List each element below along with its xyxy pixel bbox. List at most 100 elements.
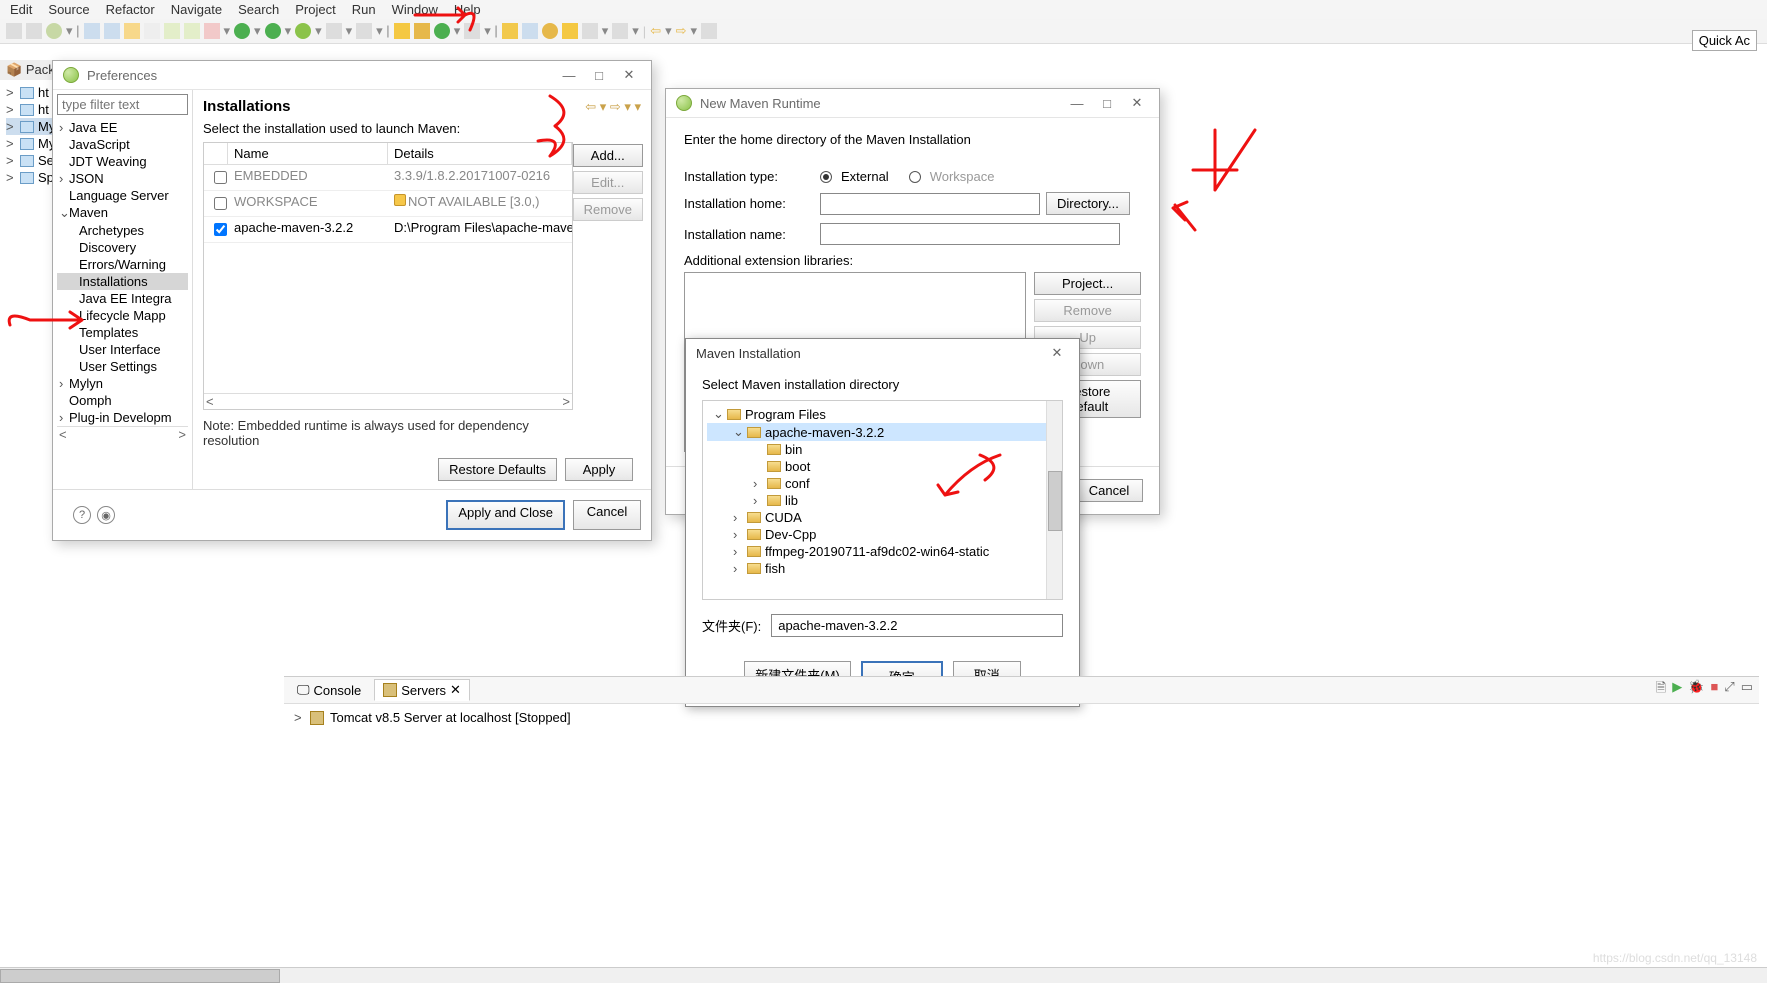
pref-tree-node[interactable]: Java EE Integra (57, 290, 188, 307)
table-row[interactable]: WORKSPACENOT AVAILABLE [3.0,) (204, 191, 572, 217)
directory-button[interactable]: Directory... (1046, 192, 1130, 215)
run-icon[interactable] (265, 23, 281, 39)
row-checkbox[interactable] (214, 171, 227, 184)
panel-icon[interactable]: ▶ (1672, 679, 1682, 701)
dir-tree-node[interactable]: ›fish (707, 560, 1058, 577)
tb-icon[interactable] (612, 23, 628, 39)
project-button[interactable]: Project... (1034, 272, 1141, 295)
apply-button[interactable]: Apply (565, 458, 633, 481)
dir-tree-node[interactable]: ›CUDA (707, 509, 1058, 526)
tb-icon[interactable] (464, 23, 480, 39)
tb-icon[interactable] (434, 23, 450, 39)
folder-input[interactable] (771, 614, 1063, 637)
tb-icon[interactable] (104, 23, 120, 39)
menu-refactor[interactable]: Refactor (106, 2, 155, 17)
tb-icon[interactable] (522, 23, 538, 39)
pref-tree-node[interactable]: ›JSON (57, 170, 188, 187)
close-icon[interactable]: ✕ (1045, 345, 1069, 361)
dir-tree-node[interactable]: boot (707, 458, 1058, 475)
installation-home-input[interactable] (820, 193, 1040, 215)
panel-icon[interactable]: 🐞 (1688, 679, 1704, 701)
tb-icon[interactable] (6, 23, 22, 39)
dir-tree-node[interactable]: ›Dev-Cpp (707, 526, 1058, 543)
nmr-cancel-button[interactable]: Cancel (1075, 479, 1143, 502)
pref-tree-node[interactable]: Discovery (57, 239, 188, 256)
row-checkbox[interactable] (214, 197, 227, 210)
tb-icon[interactable] (204, 23, 220, 39)
panel-icon[interactable]: ■ (1710, 679, 1718, 701)
external-radio[interactable] (820, 171, 832, 183)
tb-icon[interactable] (562, 23, 578, 39)
scroll-right[interactable]: > (562, 394, 570, 409)
installation-name-input[interactable] (820, 223, 1120, 245)
dir-tree-node[interactable]: ›ffmpeg-20190711-af9dc02-win64-static (707, 543, 1058, 560)
tb-icon[interactable] (164, 23, 180, 39)
pref-tree-node[interactable]: User Settings (57, 358, 188, 375)
pref-tree-node[interactable]: User Interface (57, 341, 188, 358)
add-button[interactable]: Add... (573, 144, 643, 167)
minimize-icon[interactable]: — (557, 68, 581, 83)
progress-icon[interactable]: ◉ (97, 506, 115, 524)
tb-icon[interactable] (124, 23, 140, 39)
tb-icon[interactable] (356, 23, 372, 39)
server-row[interactable]: > Tomcat v8.5 Server at localhost [Stopp… (294, 710, 1749, 725)
tb-icon[interactable] (184, 23, 200, 39)
restore-defaults-button[interactable]: Restore Defaults (438, 458, 557, 481)
scroll-left[interactable]: < (206, 394, 214, 409)
pref-tree-node[interactable]: Installations (57, 273, 188, 290)
nav-arrows[interactable]: ⇦ ▾ ⇨ ▾ ▾ (585, 99, 641, 115)
scrollbar[interactable] (1046, 401, 1062, 599)
pref-tree-node[interactable]: Lifecycle Mapp (57, 307, 188, 324)
col-name[interactable]: Name (228, 143, 388, 164)
panel-icon[interactable]: ⤢ (1724, 679, 1734, 701)
dir-tree-node[interactable]: ⌄apache-maven-3.2.2 (707, 423, 1058, 441)
tb-icon[interactable] (144, 23, 160, 39)
dir-tree-node[interactable]: bin (707, 441, 1058, 458)
help-icon[interactable]: ? (73, 506, 91, 524)
run-icon[interactable] (295, 23, 311, 39)
tb-icon[interactable] (582, 23, 598, 39)
pref-tree-node[interactable]: ⌄Maven (57, 204, 188, 222)
horizontal-scrollbar[interactable] (0, 967, 1767, 983)
pref-tree-node[interactable]: ›Plug-in Developm (57, 409, 188, 426)
menu-project[interactable]: Project (295, 2, 335, 17)
close-icon[interactable]: ✕ (1125, 95, 1149, 111)
dir-tree-node[interactable]: ›lib (707, 492, 1058, 509)
panel-icon[interactable]: ▭ (1741, 679, 1753, 701)
table-row[interactable]: apache-maven-3.2.2D:\Program Files\apach… (204, 217, 572, 243)
menu-source[interactable]: Source (48, 2, 89, 17)
pref-tree-node[interactable]: ›Java EE (57, 119, 188, 136)
directory-tree[interactable]: ⌄Program Files⌄apache-maven-3.2.2binboot… (702, 400, 1063, 600)
filter-input[interactable] (57, 94, 188, 115)
tb-icon[interactable] (84, 23, 100, 39)
workspace-radio[interactable] (909, 171, 921, 183)
pref-tree-node[interactable]: Language Server (57, 187, 188, 204)
quick-access[interactable]: Quick Ac (1692, 30, 1757, 51)
tb-icon[interactable] (414, 23, 430, 39)
row-checkbox[interactable] (214, 223, 227, 236)
menu-edit[interactable]: Edit (10, 2, 32, 17)
menu-search[interactable]: Search (238, 2, 279, 17)
tb-icon[interactable] (394, 23, 410, 39)
table-row[interactable]: EMBEDDED3.3.9/1.8.2.20171007-0216 (204, 165, 572, 191)
apply-close-button[interactable]: Apply and Close (446, 500, 565, 530)
menu-run[interactable]: Run (352, 2, 376, 17)
pref-tree-node[interactable]: JDT Weaving (57, 153, 188, 170)
menu-navigate[interactable]: Navigate (171, 2, 222, 17)
cancel-button[interactable]: Cancel (573, 500, 641, 530)
dir-tree-node[interactable]: ⌄Program Files (707, 405, 1058, 423)
menu-window[interactable]: Window (392, 2, 438, 17)
tab-console[interactable]: 🖵 Console (288, 679, 370, 701)
minimize-icon[interactable]: — (1065, 96, 1089, 111)
run-icon[interactable] (234, 23, 250, 39)
pref-tree-node[interactable]: Archetypes (57, 222, 188, 239)
tb-icon[interactable] (46, 23, 62, 39)
tb-icon[interactable] (26, 23, 42, 39)
tb-icon[interactable] (542, 23, 558, 39)
close-icon[interactable]: ✕ (617, 67, 641, 83)
pref-tree-node[interactable]: Templates (57, 324, 188, 341)
dir-tree-node[interactable]: ›conf (707, 475, 1058, 492)
pref-tree-node[interactable]: Errors/Warning (57, 256, 188, 273)
pref-tree-node[interactable]: JavaScript (57, 136, 188, 153)
pref-tree-node[interactable]: Oomph (57, 392, 188, 409)
